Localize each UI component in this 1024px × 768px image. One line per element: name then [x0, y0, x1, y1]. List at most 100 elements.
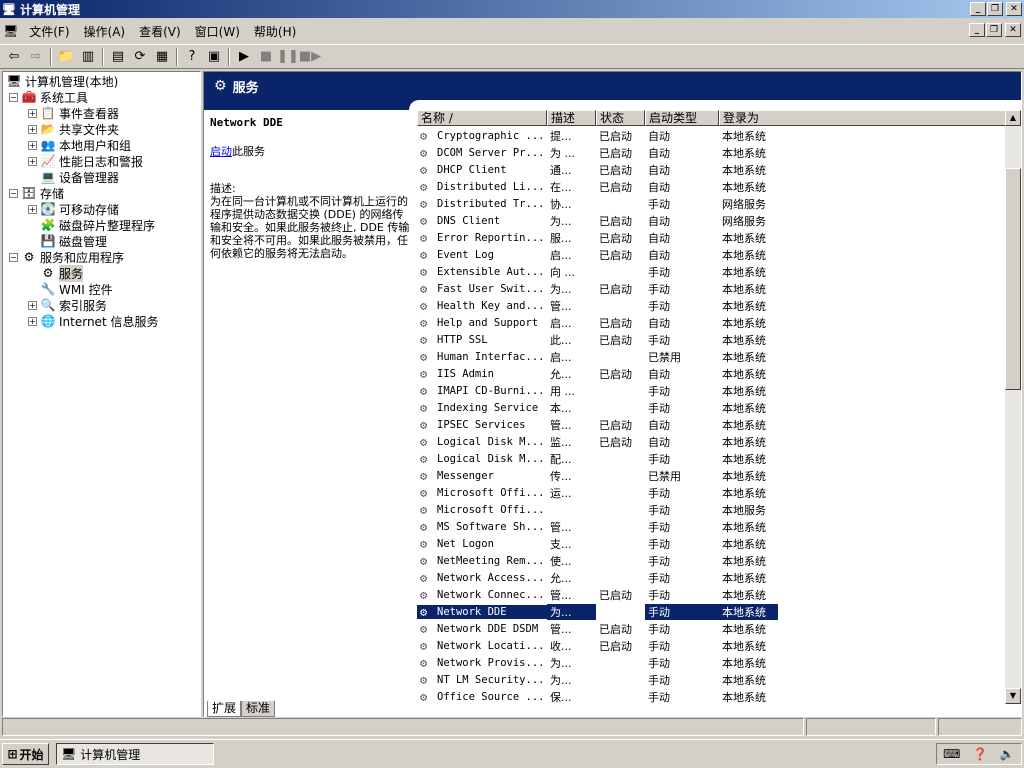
- service-row[interactable]: ⚙ Distributed Li... 在... 已启动 自动 本地系统: [417, 178, 1007, 195]
- tree-node-local-users[interactable]: + 👥 本地用户和组: [28, 137, 131, 153]
- properties-button[interactable]: ▤: [107, 47, 129, 67]
- service-row[interactable]: ⚙ Messenger 传... 已禁用 本地系统: [417, 467, 1007, 484]
- tree-node-services-and-applications[interactable]: − ⚙ 服务和应用程序: [9, 249, 124, 265]
- service-row[interactable]: ⚙ Office Source ... 保... 手动 本地系统: [417, 688, 1007, 704]
- tree-node-computer-management[interactable]: 🖥 计算机管理(本地): [6, 73, 118, 89]
- service-row[interactable]: ⚙ DNS Client 为... 已启动 自动 网络服务: [417, 212, 1007, 229]
- tree-node-device-manager[interactable]: 💻 设备管理器: [40, 169, 120, 185]
- collapse-icon[interactable]: −: [9, 188, 18, 198]
- expand-icon[interactable]: +: [28, 316, 37, 326]
- service-row[interactable]: ⚙ Logical Disk M... 监... 已启动 自动 本地系统: [417, 433, 1007, 450]
- close-button[interactable]: ✕: [1006, 2, 1022, 16]
- service-row[interactable]: ⚙ Human Interfac... 启... 已禁用 本地系统: [417, 348, 1007, 365]
- service-row[interactable]: ⚙ Network Locati... 收... 已启动 手动 本地系统: [417, 637, 1007, 654]
- minimize-button[interactable]: _: [970, 2, 986, 16]
- tree-node-disk-defragmenter[interactable]: 🧩 磁盘碎片整理程序: [40, 217, 156, 233]
- collapse-icon[interactable]: −: [9, 92, 18, 102]
- pause-service-button[interactable]: ❚❚: [277, 47, 299, 67]
- scroll-up-button[interactable]: ▲: [1005, 110, 1021, 126]
- service-row[interactable]: ⚙ Network Connec... 管... 已启动 手动 本地系统: [417, 586, 1007, 603]
- menu-view[interactable]: 查看(V): [132, 23, 188, 40]
- service-row[interactable]: ⚙ DHCP Client 通... 已启动 自动 本地系统: [417, 161, 1007, 178]
- forward-button[interactable]: ⇨: [25, 47, 47, 67]
- collapse-icon[interactable]: −: [9, 252, 18, 262]
- export-list-button[interactable]: ▦: [151, 47, 173, 67]
- service-row[interactable]: ⚙ MS Software Sh... 管... 手动 本地系统: [417, 518, 1007, 535]
- service-row[interactable]: ⚙ Logical Disk M... 配... 手动 本地系统: [417, 450, 1007, 467]
- service-row[interactable]: ⚙ NT LM Security... 为... 手动 本地系统: [417, 671, 1007, 688]
- service-row[interactable]: ⚙ Help and Support 启... 已启动 自动 本地系统: [417, 314, 1007, 331]
- stop-service-button[interactable]: ■: [255, 47, 277, 67]
- expand-icon[interactable]: +: [28, 140, 37, 150]
- tab-standard[interactable]: 标准: [241, 701, 276, 717]
- taskbar-task-computer-management[interactable]: 🖥 计算机管理: [56, 743, 214, 765]
- service-row[interactable]: ⚙ IPSEC Services 管... 已启动 自动 本地系统: [417, 416, 1007, 433]
- service-row[interactable]: ⚙ Net Logon 支... 手动 本地系统: [417, 535, 1007, 552]
- vertical-scrollbar[interactable]: ▲ ▼: [1005, 110, 1021, 704]
- menu-window[interactable]: 窗口(W): [188, 23, 247, 40]
- service-row[interactable]: ⚙ Health Key and... 管... 手动 本地系统: [417, 297, 1007, 314]
- start-service-link[interactable]: 启动: [210, 145, 232, 158]
- service-row[interactable]: ⚙ Indexing Service 本... 手动 本地系统: [417, 399, 1007, 416]
- column-header-status[interactable]: 状态: [596, 110, 645, 126]
- service-row[interactable]: ⚙ NetMeeting Rem... 使... 手动 本地系统: [417, 552, 1007, 569]
- service-row[interactable]: ⚙ DCOM Server Pr... 为 ... 已启动 自动 本地系统: [417, 144, 1007, 161]
- service-row[interactable]: ⚙ Fast User Swit... 为... 已启动 手动 本地系统: [417, 280, 1007, 297]
- doc-restore-button[interactable]: ❐: [986, 23, 1002, 37]
- volume-icon[interactable]: 🔈: [1000, 747, 1015, 761]
- refresh-button[interactable]: ⟳: [129, 47, 151, 67]
- service-row[interactable]: ⚙ HTTP SSL 此... 已启动 手动 本地系统: [417, 331, 1007, 348]
- tree-node-iis[interactable]: + 🌐 Internet 信息服务: [28, 313, 158, 329]
- column-header-logon-as[interactable]: 登录为: [719, 110, 1007, 126]
- tree-node-event-viewer[interactable]: + 📋 事件查看器: [28, 105, 119, 121]
- back-button[interactable]: ⇦: [3, 47, 25, 67]
- menu-file[interactable]: 文件(F): [22, 23, 76, 40]
- column-header-startup-type[interactable]: 启动类型: [645, 110, 719, 126]
- service-row[interactable]: ⚙ Network Access... 允... 手动 本地系统: [417, 569, 1007, 586]
- column-header-name[interactable]: 名称 /: [417, 110, 547, 126]
- tree-node-services[interactable]: ⚙ 服务: [40, 264, 84, 282]
- view-button[interactable]: ▣: [203, 47, 225, 67]
- service-row[interactable]: ⚙ Cryptographic ... 提... 已启动 自动 本地系统: [417, 127, 1007, 144]
- scroll-down-button[interactable]: ▼: [1005, 688, 1021, 704]
- service-row[interactable]: ⚙ Event Log 启... 已启动 自动 本地系统: [417, 246, 1007, 263]
- scroll-thumb[interactable]: [1005, 168, 1021, 390]
- start-service-button[interactable]: ▶: [233, 47, 255, 67]
- tree-node-indexing-service[interactable]: + 🔍 索引服务: [28, 297, 107, 313]
- tree-node-performance-logs[interactable]: + 📈 性能日志和警报: [28, 153, 143, 169]
- column-header-description[interactable]: 描述: [547, 110, 596, 126]
- service-row[interactable]: ⚙ Network DDE DSDM 管... 已启动 手动 本地系统: [417, 620, 1007, 637]
- doc-minimize-button[interactable]: _: [969, 23, 985, 37]
- tree-node-removable-storage[interactable]: + 💽 可移动存储: [28, 201, 119, 217]
- expand-icon[interactable]: +: [28, 124, 37, 134]
- service-row[interactable]: ⚙ Network DDE 为... 手动 本地系统: [417, 603, 1007, 620]
- service-row[interactable]: ⚙ Extensible Aut... 向 ... 手动 本地系统: [417, 263, 1007, 280]
- keyboard-icon[interactable]: ⌨: [943, 747, 960, 761]
- service-row[interactable]: ⚙ Error Reportin... 服... 已启动 自动 本地系统: [417, 229, 1007, 246]
- service-row[interactable]: ⚙ Distributed Tr... 协... 手动 网络服务: [417, 195, 1007, 212]
- menu-action[interactable]: 操作(A): [77, 23, 133, 40]
- tree-node-shared-folders[interactable]: + 📂 共享文件夹: [28, 121, 119, 137]
- help-button[interactable]: ?: [181, 47, 203, 67]
- doc-close-button[interactable]: ✕: [1005, 23, 1021, 37]
- show-hide-tree-button[interactable]: ▥: [77, 47, 99, 67]
- help-tray-icon[interactable]: ❓: [973, 747, 988, 761]
- service-row[interactable]: ⚙ IIS Admin 允... 已启动 自动 本地系统: [417, 365, 1007, 382]
- restart-service-button[interactable]: ■▶: [299, 47, 321, 67]
- mmc-doc-icon[interactable]: 🖥: [3, 24, 18, 38]
- expand-icon[interactable]: +: [28, 156, 37, 166]
- up-one-level-button[interactable]: 📁: [55, 47, 77, 67]
- tree-node-storage[interactable]: − 🗄 存储: [9, 185, 64, 201]
- expand-icon[interactable]: +: [28, 204, 37, 214]
- expand-icon[interactable]: +: [28, 300, 37, 310]
- tab-extended[interactable]: 扩展: [207, 701, 242, 717]
- tree-node-wmi-control[interactable]: 🔧 WMI 控件: [40, 281, 113, 297]
- service-row[interactable]: ⚙ Microsoft Offi... 运... 手动 本地系统: [417, 484, 1007, 501]
- service-row[interactable]: ⚙ Microsoft Offi... 手动 本地服务: [417, 501, 1007, 518]
- tree-node-system-tools[interactable]: − 🧰 系统工具: [9, 89, 88, 105]
- maximize-button[interactable]: ❐: [987, 2, 1003, 16]
- service-row[interactable]: ⚙ Network Provis... 为... 手动 本地系统: [417, 654, 1007, 671]
- expand-icon[interactable]: +: [28, 108, 37, 118]
- service-row[interactable]: ⚙ IMAPI CD-Burni... 用 ... 手动 本地系统: [417, 382, 1007, 399]
- start-button[interactable]: ⊞ 开始: [2, 743, 49, 765]
